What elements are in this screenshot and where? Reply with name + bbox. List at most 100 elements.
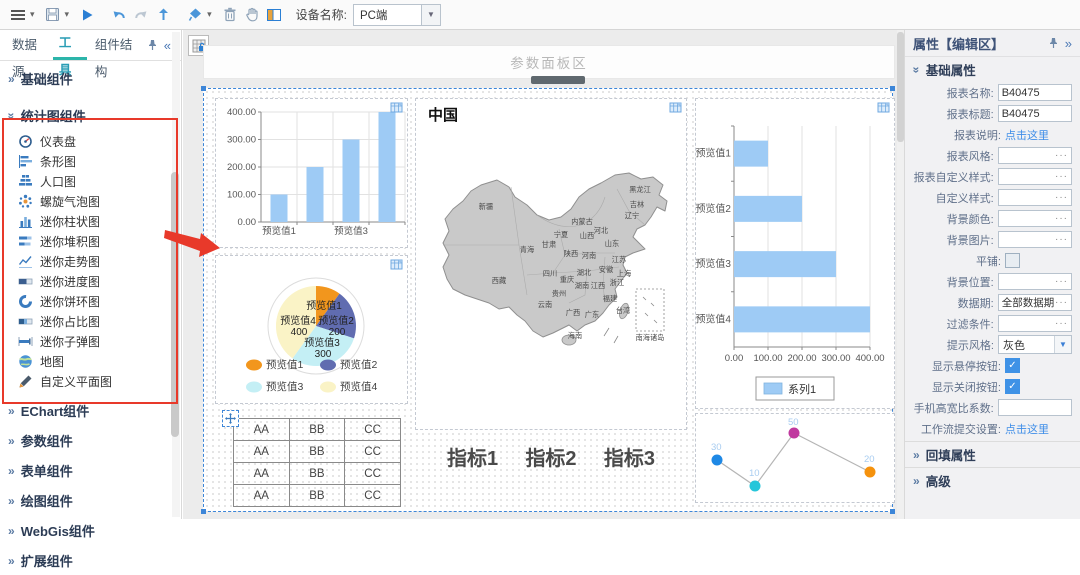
section-WebGis组件[interactable]: »WebGis组件: [0, 515, 181, 545]
property-checkbox[interactable]: ✓: [1005, 358, 1020, 373]
sidebar-item-迷你饼环图[interactable]: 迷你饼环图: [0, 291, 181, 311]
property-link[interactable]: 点击这里: [1005, 127, 1049, 143]
table-cell[interactable]: CC: [345, 441, 401, 463]
ellipsis-button[interactable]: ···: [1055, 318, 1068, 329]
sidebar-item-条形图[interactable]: 条形图: [0, 151, 181, 171]
pin-icon[interactable]: [147, 39, 158, 51]
ellipsis-button[interactable]: ···: [1055, 213, 1068, 224]
device-select-arrow-icon[interactable]: ▼: [421, 5, 440, 25]
property-select[interactable]: 灰色▼: [998, 335, 1072, 354]
property-input[interactable]: B40475: [998, 105, 1072, 122]
table-cell[interactable]: CC: [345, 463, 401, 485]
section-表单组件[interactable]: »表单组件: [0, 455, 181, 485]
menu-caret-icon[interactable]: ▾: [30, 9, 35, 20]
table-cell[interactable]: BB: [289, 419, 345, 441]
ellipsis-button[interactable]: ···: [1055, 297, 1068, 308]
widget-edit-icon[interactable]: [669, 101, 683, 114]
sidebar-item-地图[interactable]: 地图: [0, 351, 181, 371]
property-input[interactable]: ···: [998, 147, 1072, 164]
sidebar-item-自定义平面图[interactable]: 自定义平面图: [0, 371, 181, 391]
section-stat-components[interactable]: » 统计图组件: [0, 92, 181, 129]
resize-handle[interactable]: [201, 509, 206, 514]
widget-table[interactable]: AABBCCAABBCCAABBCCAABBCC: [225, 413, 409, 503]
hand-icon[interactable]: [242, 4, 262, 26]
report-design-area[interactable]: 0.00100.00200.00300.00400.00预览值1预览值3 预览值…: [203, 88, 893, 512]
save-icon[interactable]: [43, 4, 63, 26]
ellipsis-button[interactable]: ···: [1055, 276, 1068, 287]
sidebar-item-仪表盘[interactable]: 仪表盘: [0, 131, 181, 151]
canvas-scrollbar-track[interactable]: [897, 30, 904, 519]
table-cell[interactable]: CC: [345, 485, 401, 507]
format-caret-icon[interactable]: ▾: [207, 9, 212, 20]
ellipsis-button[interactable]: ···: [1055, 192, 1068, 203]
property-link[interactable]: 点击这里: [1005, 421, 1049, 437]
property-input[interactable]: ···: [998, 231, 1072, 248]
table-cell[interactable]: AA: [234, 441, 290, 463]
panel-layout-icon[interactable]: [264, 4, 284, 26]
sidebar-item-迷你走势图[interactable]: 迷你走势图: [0, 251, 181, 271]
collapse-sidebar-icon[interactable]: «: [164, 38, 171, 53]
table-cell[interactable]: CC: [345, 419, 401, 441]
widget-bar-chart[interactable]: 0.00100.00200.00300.00400.00预览值1预览值3: [215, 98, 408, 248]
sidebar-item-迷你柱状图[interactable]: 迷你柱状图: [0, 211, 181, 231]
publish-icon[interactable]: [153, 4, 173, 26]
ellipsis-button[interactable]: ···: [1055, 150, 1068, 161]
tab-tools[interactable]: 工具: [53, 30, 87, 60]
table-cell[interactable]: BB: [289, 463, 345, 485]
widget-china-map[interactable]: 中国: [415, 98, 687, 430]
redo-icon[interactable]: [131, 4, 151, 26]
tab-datasource[interactable]: 数据源: [6, 32, 51, 59]
ellipsis-button[interactable]: ···: [1055, 234, 1068, 245]
property-checkbox[interactable]: [1005, 253, 1020, 268]
section-base-components[interactable]: » 基础组件: [0, 61, 181, 92]
save-caret-icon[interactable]: ▾: [65, 9, 70, 20]
widget-edit-icon[interactable]: [390, 101, 404, 114]
table-cell[interactable]: AA: [234, 485, 290, 507]
sidebar-item-迷你占比图[interactable]: 迷你占比图: [0, 311, 181, 331]
table-cell[interactable]: BB: [289, 441, 345, 463]
property-input[interactable]: ···: [998, 189, 1072, 206]
property-checkbox[interactable]: ✓: [1005, 379, 1020, 394]
section-参数组件[interactable]: »参数组件: [0, 425, 181, 455]
data-table[interactable]: AABBCCAABBCCAABBCCAABBCC: [233, 418, 401, 507]
widget-pie-chart[interactable]: 预览值1预览值2200预览值3300预览值4400预览值1预览值2预览值3预览值…: [215, 255, 408, 404]
widget-metrics[interactable]: 指标1 指标2 指标3: [419, 435, 683, 477]
sidebar-item-螺旋气泡图[interactable]: 螺旋气泡图: [0, 191, 181, 211]
resize-handle[interactable]: [201, 86, 206, 91]
tab-structure[interactable]: 组件结构: [89, 32, 145, 59]
property-input[interactable]: [998, 399, 1072, 416]
panel-collapse-handle[interactable]: [531, 76, 585, 84]
property-input[interactable]: ···: [998, 315, 1072, 332]
property-input[interactable]: ···: [998, 273, 1072, 290]
section-扩展组件[interactable]: »扩展组件: [0, 545, 181, 575]
resize-handle[interactable]: [890, 86, 895, 91]
format-brush-icon[interactable]: [185, 4, 205, 26]
ellipsis-button[interactable]: ···: [1055, 171, 1068, 182]
pin-icon[interactable]: [1048, 37, 1059, 49]
section-backfill-properties[interactable]: » 回填属性: [905, 441, 1080, 467]
sidebar-item-人口图[interactable]: 人口图: [0, 171, 181, 191]
property-input[interactable]: 全部数据期···: [998, 294, 1072, 311]
table-cell[interactable]: BB: [289, 485, 345, 507]
widget-edit-icon[interactable]: [390, 258, 404, 271]
sidebar-item-迷你堆积图[interactable]: 迷你堆积图: [0, 231, 181, 251]
widget-hbar-chart[interactable]: 预览值1预览值2预览值3预览值40.00100.00200.00300.0040…: [695, 98, 895, 409]
design-canvas[interactable]: 参数面板区 0.00100.00200.00300.00400.00预览值1预览…: [183, 30, 904, 519]
widget-line-chart[interactable]: 30105020: [695, 413, 895, 503]
menu-icon[interactable]: [8, 4, 28, 26]
resize-handle[interactable]: [890, 509, 895, 514]
undo-icon[interactable]: [109, 4, 129, 26]
table-cell[interactable]: AA: [234, 419, 290, 441]
canvas-scrollbar-thumb[interactable]: [897, 32, 904, 142]
collapse-panel-icon[interactable]: »: [1065, 36, 1072, 51]
section-advanced[interactable]: » 高级: [905, 467, 1080, 493]
parameter-panel-area[interactable]: 参数面板区: [203, 45, 895, 79]
widget-edit-icon[interactable]: [877, 101, 891, 114]
sidebar-item-迷你进度图[interactable]: 迷你进度图: [0, 271, 181, 291]
property-input[interactable]: ···: [998, 168, 1072, 185]
device-select[interactable]: PC端 ▼: [353, 4, 441, 26]
section-EChart组件[interactable]: »EChart组件: [0, 395, 181, 425]
sidebar-scrollbar-track[interactable]: [172, 32, 180, 517]
sidebar-scrollbar-thumb[interactable]: [171, 172, 179, 437]
property-input[interactable]: ···: [998, 210, 1072, 227]
